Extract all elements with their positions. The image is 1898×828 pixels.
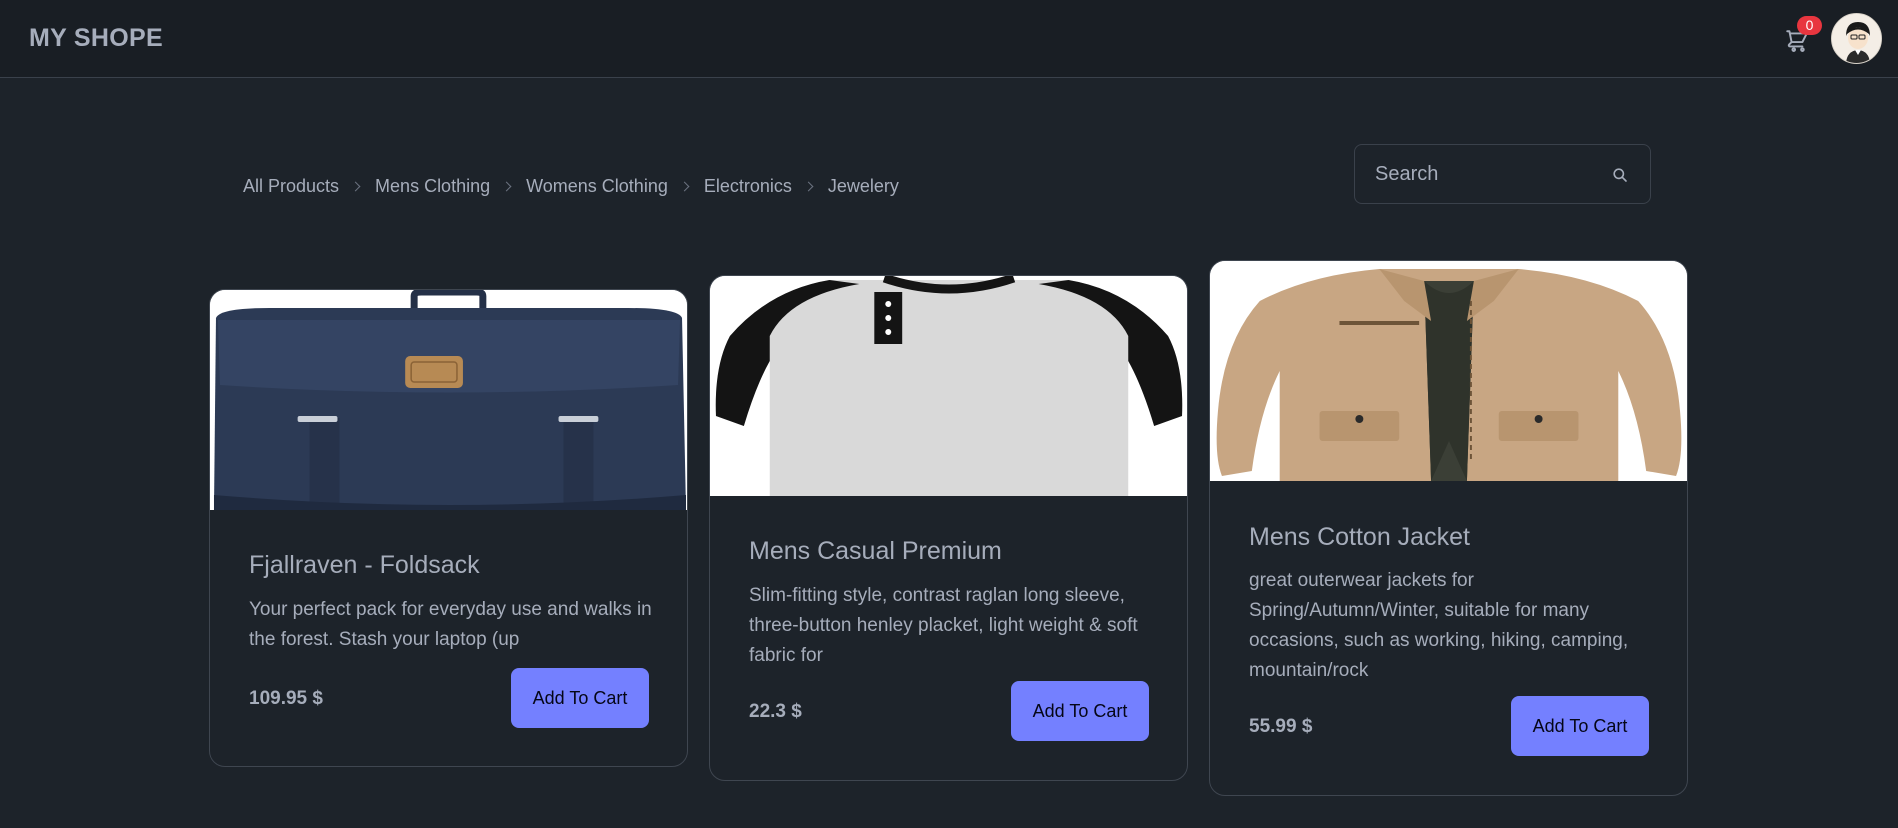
avatar-icon xyxy=(1832,14,1881,63)
product-title: Fjallraven - Foldsack xyxy=(249,551,480,579)
product-image[interactable] xyxy=(710,276,1187,496)
breadcrumb-all-products[interactable]: All Products xyxy=(243,176,339,197)
user-avatar[interactable] xyxy=(1831,13,1882,64)
breadcrumb-womens-clothing[interactable]: Womens Clothing xyxy=(526,176,668,197)
product-price: 55.99 $ xyxy=(1249,716,1313,737)
brand-logo[interactable]: MY SHOPE xyxy=(29,24,163,53)
breadcrumb-jewelery[interactable]: Jewelery xyxy=(828,176,899,197)
add-to-cart-button[interactable]: Add To Cart xyxy=(511,668,649,728)
chevron-right-icon xyxy=(350,181,361,192)
product-description: Slim-fitting style, contrast raglan long… xyxy=(749,585,1138,666)
product-card: Fjallraven - Foldsack Your perfect pack … xyxy=(209,289,688,767)
chevron-right-icon xyxy=(679,181,690,192)
category-breadcrumb: All Products Mens Clothing Womens Clothi… xyxy=(243,176,899,197)
product-price: 22.3 $ xyxy=(749,701,802,722)
product-image[interactable] xyxy=(210,290,687,510)
product-price: 109.95 $ xyxy=(249,688,323,709)
chevron-right-icon xyxy=(803,181,814,192)
breadcrumb-mens-clothing[interactable]: Mens Clothing xyxy=(375,176,490,197)
product-title: Mens Casual Premium xyxy=(749,537,1002,565)
top-navbar: MY SHOPE 0 xyxy=(0,0,1898,78)
product-card: Mens Cotton Jacket great outerwear jacke… xyxy=(1209,260,1688,796)
add-to-cart-button[interactable]: Add To Cart xyxy=(1511,696,1649,756)
henley-shirt-image xyxy=(710,276,1187,496)
backpack-image xyxy=(210,290,687,510)
product-card: Mens Casual Premium Slim-fitting style, … xyxy=(709,275,1188,781)
search-icon[interactable] xyxy=(1612,167,1628,183)
product-title: Mens Cotton Jacket xyxy=(1249,523,1470,551)
search-box xyxy=(1354,144,1651,204)
product-description: great outerwear jackets for Spring/Autum… xyxy=(1249,570,1629,681)
product-description: Your perfect pack for everyday use and w… xyxy=(249,599,652,650)
cart-count-badge: 0 xyxy=(1797,16,1822,35)
search-input[interactable] xyxy=(1375,145,1595,203)
product-image[interactable] xyxy=(1210,261,1687,481)
cotton-jacket-image xyxy=(1210,261,1687,481)
add-to-cart-button[interactable]: Add To Cart xyxy=(1011,681,1149,741)
chevron-right-icon xyxy=(501,181,512,192)
breadcrumb-electronics[interactable]: Electronics xyxy=(704,176,792,197)
